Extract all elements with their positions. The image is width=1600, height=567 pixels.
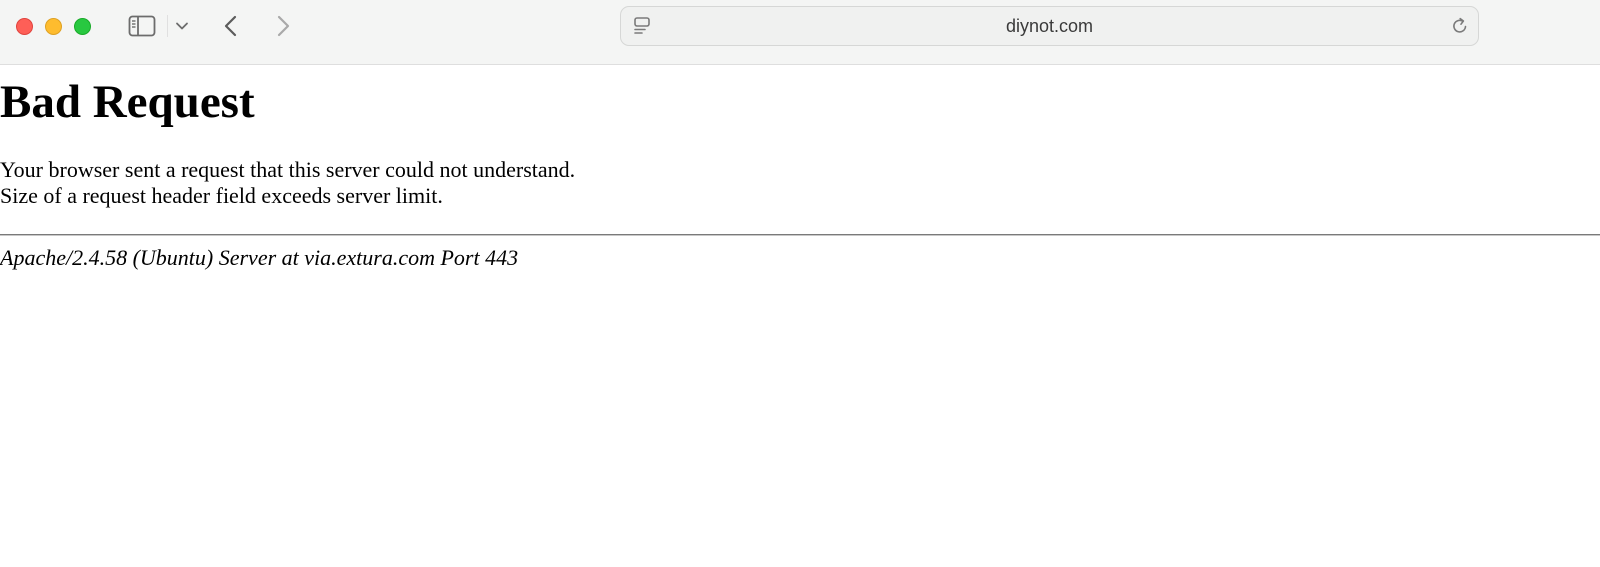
server-signature: Apache/2.4.58 (Ubuntu) Server at via.ext… — [0, 245, 519, 270]
horizontal-rule — [0, 234, 1600, 236]
address-url-text[interactable]: diynot.com — [621, 7, 1478, 45]
window-minimize-button[interactable] — [45, 18, 62, 35]
window-close-button[interactable] — [16, 18, 33, 35]
sidebar-toggle-button[interactable] — [126, 13, 158, 39]
chevron-down-icon — [176, 22, 188, 30]
tab-group-menu-button[interactable] — [172, 15, 192, 37]
reload-icon — [1453, 17, 1467, 33]
error-message-line: Size of a request header field exceeds s… — [0, 183, 443, 208]
browser-toolbar: diynot.com — [0, 0, 1600, 65]
back-button[interactable] — [218, 11, 244, 41]
back-icon — [224, 15, 237, 37]
error-message-line: Your browser sent a request that this se… — [0, 157, 576, 182]
address-bar[interactable]: diynot.com — [620, 6, 1479, 46]
forward-button[interactable] — [270, 11, 296, 41]
toolbar-separator — [167, 15, 168, 37]
error-message: Your browser sent a request that this se… — [0, 157, 575, 209]
forward-icon — [277, 15, 290, 37]
page-title: Bad Request — [0, 76, 255, 128]
sidebar-icon — [128, 15, 156, 37]
window-maximize-button[interactable] — [74, 18, 91, 35]
reload-button[interactable] — [1450, 16, 1470, 36]
